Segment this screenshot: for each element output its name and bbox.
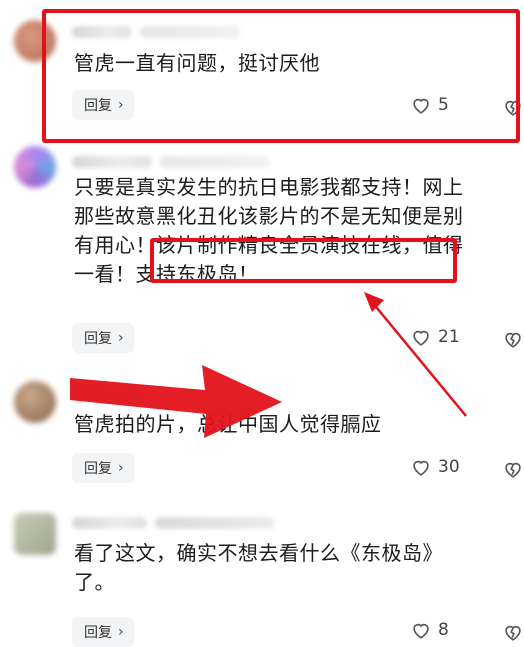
comment-item: 看了这文，确实不想去看什么《东极岛》 了。 回复 › 8 bbox=[0, 505, 524, 647]
reply-button[interactable]: 回复 › bbox=[72, 453, 134, 483]
highlight-box-first-comment bbox=[42, 9, 520, 143]
comment-item: 管虎拍的片，总让中国人觉得膈应 回复 › 30 bbox=[0, 365, 524, 505]
comment-text: 管虎拍的片，总让中国人觉得膈应 bbox=[74, 412, 382, 436]
meta-blurred bbox=[160, 156, 270, 168]
username-blurred bbox=[72, 156, 152, 168]
reply-label: 回复 bbox=[84, 625, 112, 641]
chevron-right-icon: › bbox=[118, 624, 124, 640]
like-count: 8 bbox=[438, 620, 449, 640]
broken-heart-icon[interactable] bbox=[502, 621, 524, 643]
like-count: 30 bbox=[438, 457, 460, 477]
broken-heart-icon[interactable] bbox=[502, 458, 524, 480]
reply-button[interactable]: 回复 › bbox=[72, 617, 134, 647]
avatar[interactable] bbox=[14, 146, 56, 188]
like-button[interactable]: 30 bbox=[410, 456, 460, 478]
chevron-right-icon: › bbox=[118, 460, 124, 476]
reply-button[interactable]: 回复 › bbox=[72, 323, 134, 353]
avatar[interactable] bbox=[14, 381, 56, 423]
broken-heart-icon[interactable] bbox=[502, 328, 524, 350]
heart-outline-icon bbox=[413, 623, 429, 639]
chevron-right-icon: › bbox=[118, 330, 124, 346]
reply-label: 回复 bbox=[84, 461, 112, 477]
reply-label: 回复 bbox=[84, 331, 112, 347]
avatar[interactable] bbox=[14, 513, 56, 555]
username-blurred bbox=[72, 389, 142, 401]
meta-blurred bbox=[155, 517, 275, 529]
heart-outline-icon bbox=[413, 330, 429, 346]
like-button[interactable]: 21 bbox=[410, 326, 460, 348]
like-count: 21 bbox=[438, 327, 460, 347]
comment-text: 看了这文，确实不想去看什么《东极岛》 了。 bbox=[74, 541, 443, 594]
highlight-box-phrase bbox=[150, 238, 457, 283]
heart-outline-icon bbox=[413, 460, 429, 476]
like-button[interactable]: 8 bbox=[410, 619, 449, 641]
username-blurred bbox=[72, 517, 147, 529]
